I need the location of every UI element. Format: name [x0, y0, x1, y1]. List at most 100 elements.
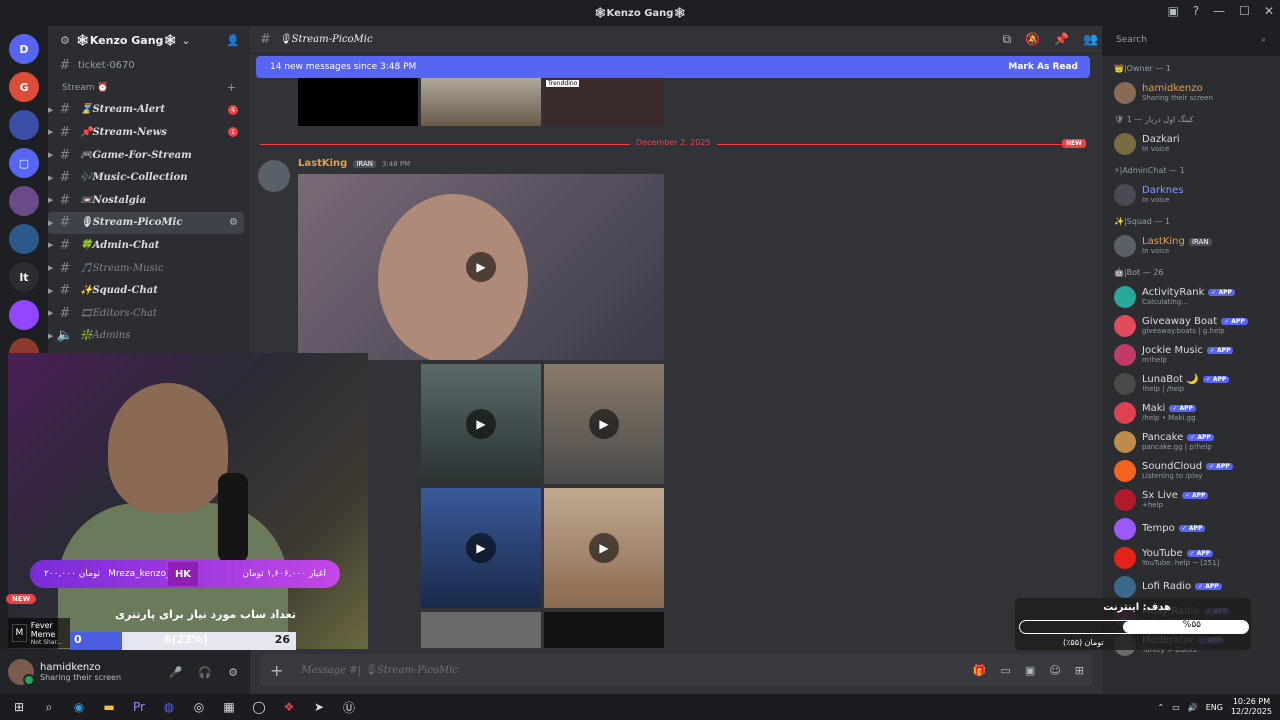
member-item[interactable]: Lofi Radio ✓ APP: [1102, 572, 1280, 601]
app-icon[interactable]: ➤: [308, 698, 330, 716]
microphone-icon[interactable]: 🎤: [169, 666, 183, 679]
member-item[interactable]: Jockie Music ✓ APP m!help: [1102, 340, 1280, 369]
channel-item[interactable]: ▶ # 📼Nostalgia: [48, 189, 250, 212]
channel-item[interactable]: ▶ # 🎮Game-For-Stream: [48, 144, 250, 167]
file-explorer-icon[interactable]: ▬: [98, 698, 120, 716]
member-item[interactable]: Tempo ✓ APP: [1102, 514, 1280, 543]
minimize-icon[interactable]: —: [1213, 4, 1225, 18]
play-icon[interactable]: ▶: [589, 409, 619, 439]
message-author[interactable]: LastKing: [298, 158, 347, 169]
member-item[interactable]: LunaBot 🌙 ✓ APP !help | /help: [1102, 369, 1280, 398]
member-item[interactable]: Darknes In voice: [1102, 180, 1280, 209]
channel-item[interactable]: ▶ # ⌛Stream-Alert 4: [48, 99, 250, 122]
server-icon[interactable]: [9, 186, 39, 216]
channel-item[interactable]: ▶ # 🎶Music-Collection: [48, 166, 250, 189]
member-item[interactable]: Dazkari In voice: [1102, 129, 1280, 158]
member-item[interactable]: Pancake ✓ APP pancake.gg | p!help: [1102, 427, 1280, 456]
server-icon[interactable]: ▢: [9, 148, 39, 178]
server-icon[interactable]: [9, 300, 39, 330]
help-icon[interactable]: ?: [1193, 4, 1199, 18]
obs-icon[interactable]: ◯: [248, 698, 270, 716]
search-input[interactable]: Search ⌕: [1110, 30, 1272, 50]
channel-item[interactable]: ▶ 🔈 ❇️Admins: [48, 325, 250, 348]
avatar[interactable]: [258, 160, 290, 192]
add-member-icon[interactable]: 👤: [226, 34, 240, 47]
media-attachment[interactable]: [298, 78, 418, 126]
add-channel-icon[interactable]: +: [227, 81, 236, 94]
video-attachment[interactable]: [544, 612, 664, 648]
channel-item[interactable]: ▶ # 🎙Stream-PicoMic ⚙: [48, 211, 244, 235]
gif-icon[interactable]: ▭: [1001, 664, 1011, 677]
sticker-icon[interactable]: ▣: [1025, 664, 1035, 677]
video-attachment[interactable]: ▶: [298, 174, 664, 360]
channel-item[interactable]: ▶ # 🍀Admin-Chat: [48, 234, 250, 257]
threads-icon[interactable]: ⧉: [1003, 32, 1012, 47]
store-icon[interactable]: ▦: [218, 698, 240, 716]
play-icon[interactable]: ▶: [589, 533, 619, 563]
media-attachment[interactable]: [421, 78, 541, 126]
add-attachment-icon[interactable]: +: [270, 661, 283, 680]
windows-start-icon[interactable]: ⊞: [8, 698, 30, 716]
maximize-icon[interactable]: ☐: [1239, 4, 1250, 18]
server-icon[interactable]: lt: [9, 262, 39, 292]
channel-settings-icon[interactable]: ⚙: [229, 217, 238, 228]
search-icon[interactable]: ⌕: [38, 698, 60, 716]
channel-ticket[interactable]: # ticket-0670: [48, 54, 250, 77]
channel-item[interactable]: ▶ # 🎵Stream-Music: [48, 257, 250, 280]
video-attachment[interactable]: ▶: [421, 364, 541, 484]
member-item[interactable]: Sx Live ✓ APP +help: [1102, 485, 1280, 514]
message-input[interactable]: + Message #| 🎙Stream-PicoMic 🎁 ▭ ▣ ☺ ⊞: [260, 654, 1092, 686]
channel-item[interactable]: ▶ # ✨Squad-Chat: [48, 279, 250, 302]
close-icon[interactable]: ✕: [1264, 4, 1274, 18]
play-icon[interactable]: ▶: [466, 533, 496, 563]
member-item[interactable]: SoundCloud ✓ APP Listening to /play: [1102, 456, 1280, 485]
server-icon[interactable]: [9, 224, 39, 254]
volume-icon[interactable]: 🔊: [1188, 703, 1198, 712]
member-list-icon[interactable]: 👥: [1083, 32, 1098, 47]
language-indicator[interactable]: ENG: [1206, 703, 1223, 712]
edge-icon[interactable]: ◉: [68, 698, 90, 716]
chevron-up-icon[interactable]: ⌃: [1157, 703, 1164, 712]
headphones-icon[interactable]: 🎧: [198, 666, 212, 679]
video-attachment[interactable]: ▶: [544, 364, 664, 484]
member-item[interactable]: LastKing IRAN In voice: [1102, 231, 1280, 260]
discord-icon[interactable]: ◍: [158, 698, 180, 716]
new-messages-bar[interactable]: 14 new messages since 3:48 PM Mark As Re…: [256, 56, 1090, 78]
channel-item[interactable]: ▶ # 🎞Editors-Chat: [48, 302, 250, 325]
app-badge: ✓ APP: [1169, 405, 1196, 412]
server-icon[interactable]: D: [9, 34, 39, 64]
member-item[interactable]: hamidkenzo Sharing their screen: [1102, 78, 1280, 107]
mark-as-read-button[interactable]: Mark As Read: [1008, 62, 1078, 72]
category-stream[interactable]: Stream ⏰ +: [48, 77, 250, 99]
play-icon[interactable]: ▶: [466, 252, 496, 282]
apps-icon[interactable]: ⊞: [1075, 664, 1084, 677]
avatar[interactable]: [8, 659, 35, 686]
member-item[interactable]: YouTube ✓ APP YouTube. help ~ [251]: [1102, 543, 1280, 572]
steam-icon[interactable]: ◎: [188, 698, 210, 716]
media-attachment[interactable]: Trenddino: [544, 78, 664, 126]
clock[interactable]: 10:26 PM 12/2/2025: [1231, 697, 1272, 717]
premiere-icon[interactable]: Pr: [128, 698, 150, 716]
notification-bell-icon[interactable]: 🔕: [1025, 32, 1040, 47]
server-icon[interactable]: [9, 110, 39, 140]
network-icon[interactable]: ▭: [1172, 703, 1180, 712]
member-name: Dazkari: [1142, 134, 1180, 145]
emoji-icon[interactable]: ☺: [1049, 664, 1060, 677]
video-attachment[interactable]: [421, 612, 541, 648]
video-attachment[interactable]: ▶: [544, 488, 664, 608]
server-header[interactable]: ⚙ 🕸Kenzo Gang🕸 ⌄ 👤: [48, 26, 250, 54]
member-item[interactable]: ActivityRank ✓ APP Calculating...: [1102, 282, 1280, 311]
member-item[interactable]: Maki ✓ APP/help • Maki.gg: [1102, 398, 1280, 427]
play-icon[interactable]: ▶: [466, 409, 496, 439]
server-icon[interactable]: G: [9, 72, 39, 102]
pin-icon[interactable]: 📌: [1054, 32, 1069, 47]
unreal-icon[interactable]: Ⓤ: [338, 698, 360, 716]
inbox-icon[interactable]: ▣: [1167, 4, 1178, 18]
gear-icon[interactable]: ⚙: [228, 666, 238, 679]
member-item[interactable]: Giveaway Boat ✓ APP giveaway.boats | g.hel…: [1102, 311, 1280, 340]
app-icon[interactable]: ❖: [278, 698, 300, 716]
user-info[interactable]: hamidkenzo Sharing their screen: [40, 662, 121, 682]
video-attachment[interactable]: ▶: [421, 488, 541, 608]
gift-icon[interactable]: 🎁: [973, 664, 987, 677]
channel-item[interactable]: ▶ # 📌Stream-News 1: [48, 121, 250, 144]
